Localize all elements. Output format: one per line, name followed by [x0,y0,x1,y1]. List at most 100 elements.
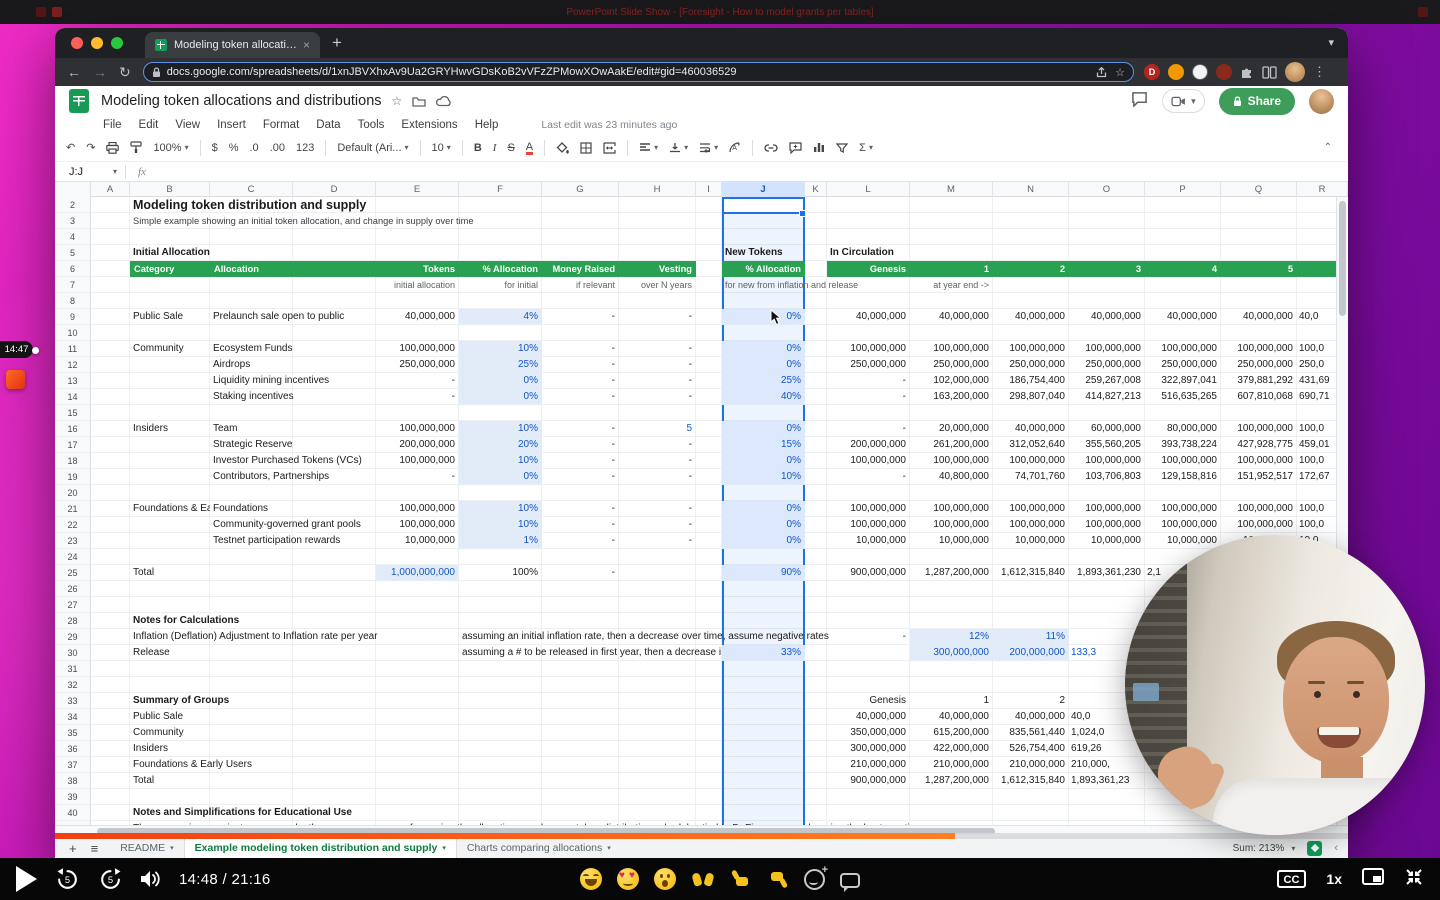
cell-F34[interactable] [459,709,542,725]
cell-O15[interactable] [1069,405,1145,421]
cell-K8[interactable] [805,293,827,309]
column-header-L[interactable]: L [827,182,910,197]
cell-H10[interactable] [619,325,696,341]
cell-text-O19[interactable]: 103,706,803 [1069,469,1145,485]
cell-O8[interactable] [1069,293,1145,309]
cell-text-P17[interactable]: 393,738,224 [1145,437,1221,453]
cell-E34[interactable] [376,709,459,725]
cell-M20[interactable] [910,485,993,501]
cell-text-F11[interactable]: 10% [459,341,542,357]
cell-text-J6[interactable]: % Allocation [722,261,805,277]
row-header-21[interactable]: 21 [55,501,91,517]
cell-C8[interactable] [210,293,293,309]
cell-text-Q17[interactable]: 427,928,775 [1221,437,1297,453]
new-tab-button[interactable]: + [332,33,342,53]
cell-N24[interactable] [993,549,1069,565]
cell-text-G11[interactable]: - [542,341,619,357]
cell-L20[interactable] [827,485,910,501]
cell-K39[interactable] [805,789,827,805]
menu-help[interactable]: Help [475,119,499,131]
cell-text-N33[interactable]: 2 [993,693,1069,709]
cell-A12[interactable] [91,357,130,373]
cell-G34[interactable] [542,709,619,725]
cell-I35[interactable] [696,725,722,741]
cell-K16[interactable] [805,421,827,437]
cell-A23[interactable] [91,533,130,549]
cell-H34[interactable] [619,709,696,725]
cell-text-E22[interactable]: 100,000,000 [376,517,459,533]
cell-text-G14[interactable]: - [542,389,619,405]
cell-text-E17[interactable]: 200,000,000 [376,437,459,453]
cell-K11[interactable] [805,341,827,357]
cell-text-L38[interactable]: 900,000,000 [827,773,910,789]
hide-toolbar-icon[interactable]: ⌃ [1324,142,1332,153]
tab-search-chevron-icon[interactable]: ▾ [1328,36,1334,49]
cell-text-J11[interactable]: 0% [722,341,805,357]
cell-B19[interactable] [130,469,210,485]
cell-I27[interactable] [696,597,722,613]
cell-D4[interactable] [293,229,376,245]
cell-B14[interactable] [130,389,210,405]
cell-B31[interactable] [130,661,210,677]
cell-H24[interactable] [619,549,696,565]
cell-text-N11[interactable]: 100,000,000 [993,341,1069,357]
cell-C5[interactable] [210,245,293,261]
cell-text-G25[interactable]: - [542,565,619,581]
cell-L39[interactable] [827,789,910,805]
cell-G20[interactable] [542,485,619,501]
row-header-28[interactable]: 28 [55,613,91,629]
cell-M28[interactable] [910,613,993,629]
cell-A5[interactable] [91,245,130,261]
row-header-5[interactable]: 5 [55,245,91,261]
row-header-36[interactable]: 36 [55,741,91,757]
cell-text-B9[interactable]: Public Sale [130,309,210,325]
row-header-35[interactable]: 35 [55,725,91,741]
cell-E30[interactable] [376,645,459,661]
cell-text-J25[interactable]: 90% [722,565,805,581]
menu-tools[interactable]: Tools [358,119,385,131]
cell-text-Q12[interactable]: 250,000,000 [1221,357,1297,373]
cell-A21[interactable] [91,501,130,517]
cell-text-B11[interactable]: Community [130,341,210,357]
redo-icon[interactable]: ↷ [86,141,95,154]
cell-text-E7[interactable]: initial allocation [376,277,459,293]
cell-text-O9[interactable]: 40,000,000 [1069,309,1145,325]
forward-5-button[interactable]: 5 [98,867,123,892]
add-reaction-icon[interactable]: + [804,869,825,890]
cell-text-M35[interactable]: 615,200,000 [910,725,993,741]
cell-H26[interactable] [619,581,696,597]
cell-F27[interactable] [459,597,542,613]
cell-text-N17[interactable]: 312,052,640 [993,437,1069,453]
cell-text-F19[interactable]: 0% [459,469,542,485]
cell-text-L37[interactable]: 210,000,000 [827,757,910,773]
cell-M3[interactable] [910,213,993,229]
fill-color-icon[interactable] [556,142,569,154]
cell-E36[interactable] [376,741,459,757]
cell-E35[interactable] [376,725,459,741]
cell-I22[interactable] [696,517,722,533]
column-header-J[interactable]: J [722,182,805,197]
cell-B7[interactable] [130,277,210,293]
cell-H31[interactable] [619,661,696,677]
cell-A15[interactable] [91,405,130,421]
cell-text-N25[interactable]: 1,612,315,840 [993,565,1069,581]
cell-D7[interactable] [293,277,376,293]
cell-text-B3[interactable]: Simple example showing an initial token … [130,213,210,229]
cell-A25[interactable] [91,565,130,581]
row-header-8[interactable]: 8 [55,293,91,309]
cell-text-P12[interactable]: 250,000,000 [1145,357,1221,373]
row-header-25[interactable]: 25 [55,565,91,581]
cell-F36[interactable] [459,741,542,757]
cell-F24[interactable] [459,549,542,565]
column-header-I[interactable]: I [696,182,722,197]
cell-K33[interactable] [805,693,827,709]
cell-text-J18[interactable]: 0% [722,453,805,469]
cell-F2[interactable] [459,197,542,213]
cell-A13[interactable] [91,373,130,389]
cell-C25[interactable] [210,565,293,581]
cell-text-H19[interactable]: - [619,469,696,485]
cell-E33[interactable] [376,693,459,709]
cell-Q4[interactable] [1221,229,1297,245]
cell-G2[interactable] [542,197,619,213]
cell-H4[interactable] [619,229,696,245]
